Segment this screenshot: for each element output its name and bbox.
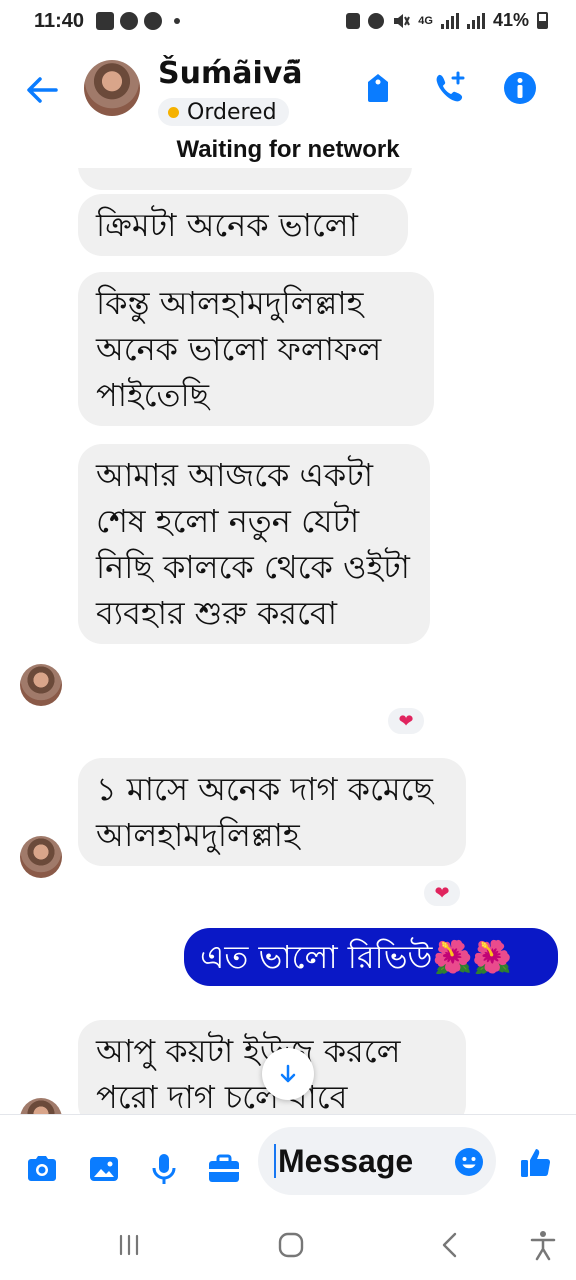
emoji-icon[interactable] — [454, 1147, 484, 1177]
heart-icon: ❤ — [398, 710, 414, 732]
system-navigation-bar — [0, 1204, 576, 1280]
message-bubble-partial[interactable] — [78, 168, 412, 190]
signal-icon-2 — [466, 12, 485, 29]
briefcase-icon[interactable] — [206, 1151, 242, 1187]
messenger-notification-icon-2 — [144, 12, 162, 30]
camera-icon[interactable] — [24, 1151, 60, 1187]
scroll-to-bottom-button[interactable] — [262, 1048, 314, 1100]
message-text: এত ভালো রিভিউ🌺🌺 — [200, 938, 513, 976]
chat-header: Šuḿãivã̃ Ordered — [0, 50, 576, 130]
heart-icon: ❤ — [434, 882, 450, 904]
accessibility-icon[interactable] — [526, 1228, 560, 1262]
status-bar: 11:40 4G 41% — [0, 0, 576, 44]
microphone-icon[interactable] — [146, 1151, 182, 1187]
message-text: ১ মাসে অনেক দাগ কমেছে আলহামদুলিল্লাহ — [96, 770, 433, 854]
tag-icon[interactable] — [360, 70, 396, 106]
notification-icons — [96, 12, 180, 30]
signal-icon — [440, 12, 459, 29]
message-text: কিন্তু আলহামদুলিল্লাহ অনেক ভালো ফলাফল পা… — [96, 284, 382, 414]
back-nav-icon[interactable] — [434, 1228, 468, 1262]
alarm-lock-icon — [346, 12, 361, 29]
battery-icon — [537, 12, 548, 29]
status-dot-icon — [168, 106, 179, 118]
message-input[interactable]: Message — [258, 1127, 496, 1195]
message-bubble-incoming[interactable]: আমার আজকে একটা শেষ হলো নতুন যেটা নিছি কা… — [78, 444, 430, 644]
mute-icon — [394, 13, 411, 28]
home-icon[interactable] — [274, 1228, 308, 1262]
recent-apps-icon[interactable] — [112, 1228, 146, 1262]
message-text: আপু কয়টা ইউজ করলে পরো দাগ চলে যাবে — [96, 1032, 401, 1114]
add-call-icon[interactable] — [432, 70, 468, 106]
message-composer: Message — [0, 1114, 576, 1204]
order-status-label: Ordered — [187, 99, 277, 125]
alarm-icon — [368, 12, 385, 29]
arrow-down-icon — [280, 1064, 296, 1083]
network-status-banner: Waiting for network — [176, 136, 400, 163]
back-arrow-icon[interactable] — [22, 72, 62, 108]
sender-avatar[interactable] — [20, 836, 62, 878]
message-thread[interactable]: ক্রিমটা অনেক ভালো কিন্তু আলহামদুলিল্লাহ … — [0, 168, 576, 1114]
message-placeholder: Message — [278, 1142, 414, 1179]
text-caret — [274, 1144, 276, 1178]
status-time: 11:40 — [34, 10, 85, 32]
heart-reaction[interactable]: ❤ — [386, 706, 426, 736]
gallery-icon[interactable] — [86, 1151, 122, 1187]
message-text: ক্রিমটা অনেক ভালো — [96, 206, 358, 244]
messenger-notification-icon — [120, 12, 138, 30]
message-bubble-incoming[interactable]: ১ মাসে অনেক দাগ কমেছে আলহামদুলিল্লাহ — [78, 758, 466, 866]
more-notifications-dot — [174, 18, 180, 24]
message-bubble-outgoing[interactable]: এত ভালো রিভিউ🌺🌺 — [184, 928, 558, 986]
like-thumb-icon[interactable] — [518, 1145, 554, 1181]
network-type: 4G — [418, 14, 433, 27]
info-icon[interactable] — [502, 70, 538, 106]
order-status-badge[interactable]: Ordered — [158, 98, 289, 126]
contact-avatar[interactable] — [84, 60, 140, 116]
sender-avatar[interactable] — [20, 664, 62, 706]
heart-reaction[interactable]: ❤ — [422, 878, 462, 908]
message-text: আমার আজকে একটা শেষ হলো নতুন যেটা নিছি কা… — [96, 456, 410, 632]
sender-avatar[interactable] — [20, 1098, 62, 1114]
system-icons: 4G 41% — [346, 10, 548, 31]
battery-percent: 41% — [492, 10, 529, 30]
contact-name[interactable]: Šuḿãivã̃ — [158, 56, 303, 91]
gallery-notification-icon — [96, 12, 114, 30]
message-bubble-incoming[interactable]: কিন্তু আলহামদুলিল্লাহ অনেক ভালো ফলাফল পা… — [78, 272, 434, 426]
message-bubble-incoming[interactable]: ক্রিমটা অনেক ভালো — [78, 194, 408, 256]
